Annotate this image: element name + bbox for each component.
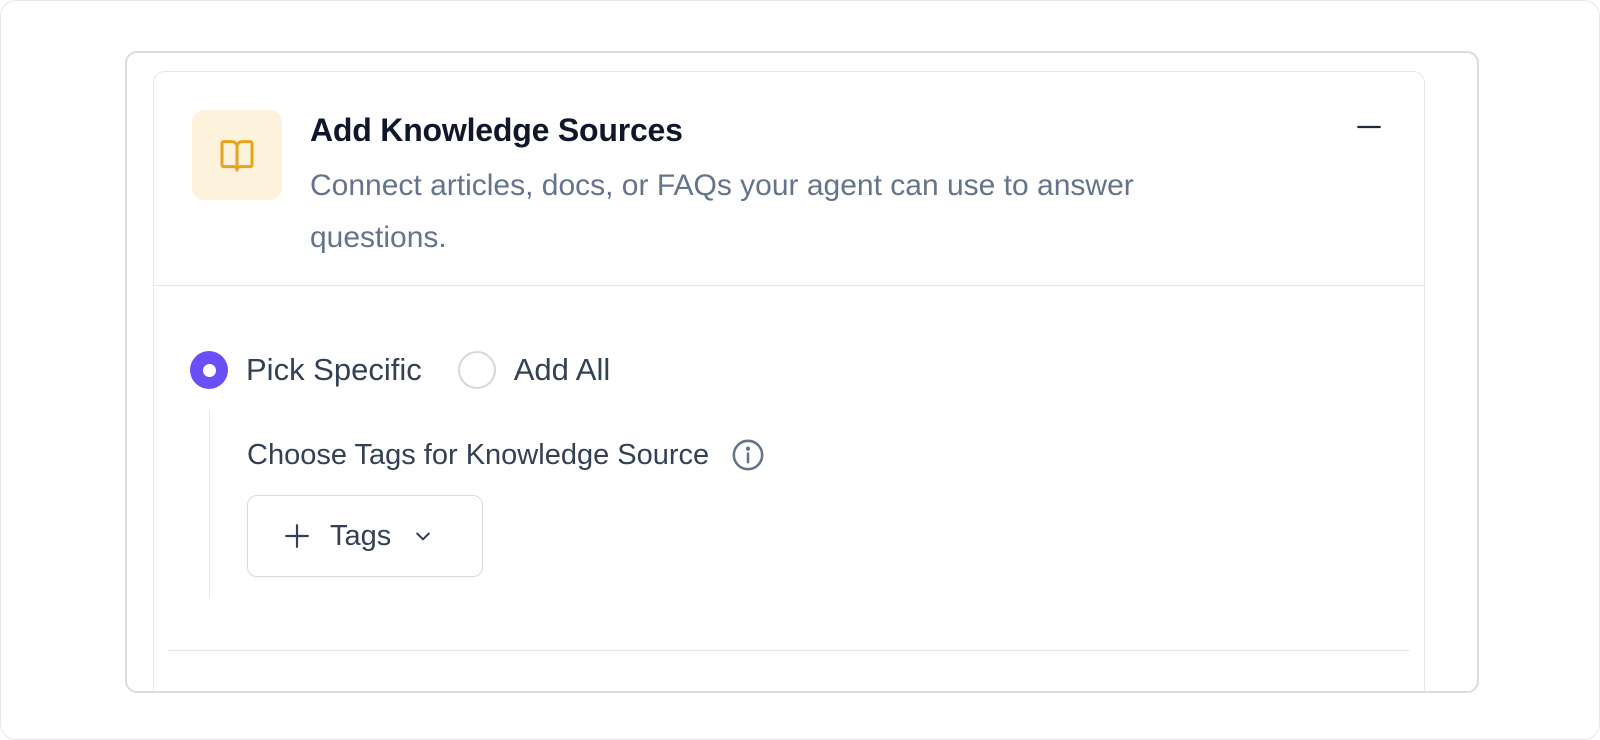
page-frame: Add Knowledge Sources Connect articles, … — [0, 0, 1600, 740]
knowledge-source-icon-tile — [192, 110, 282, 200]
selection-mode-radio-group: Pick Specific Add All — [190, 350, 646, 390]
panel-header: Add Knowledge Sources Connect articles, … — [154, 72, 1424, 286]
radio-checked-icon[interactable] — [190, 351, 228, 389]
header-divider — [154, 285, 1424, 286]
radio-unchecked-icon[interactable] — [457, 351, 496, 389]
outer-card: Add Knowledge Sources Connect articles, … — [125, 51, 1479, 693]
indent-guide-line — [209, 410, 210, 598]
knowledge-sources-panel: Add Knowledge Sources Connect articles, … — [153, 71, 1425, 691]
radio-label-add-all: Add All — [513, 352, 611, 387]
minus-icon — [1357, 125, 1381, 129]
book-open-icon — [220, 140, 254, 172]
collapse-button[interactable] — [1352, 110, 1386, 144]
tags-field-label: Choose Tags for Knowledge Source — [247, 438, 710, 471]
tags-label-row: Choose Tags for Knowledge Source — [247, 438, 765, 472]
bottom-divider — [168, 650, 1410, 651]
chevron-down-icon — [416, 532, 431, 541]
radio-label-pick-specific: Pick Specific — [246, 352, 422, 387]
add-tags-button[interactable]: Tags — [247, 495, 483, 577]
info-icon[interactable] — [731, 438, 765, 472]
radio-option-add-all[interactable]: Add All — [457, 351, 611, 389]
plus-icon — [285, 524, 309, 548]
radio-option-pick-specific[interactable]: Pick Specific — [190, 351, 422, 389]
panel-description: Connect articles, docs, or FAQs your age… — [310, 169, 1134, 254]
tags-button-label: Tags — [330, 519, 392, 552]
panel-title: Add Knowledge Sources — [310, 112, 683, 148]
